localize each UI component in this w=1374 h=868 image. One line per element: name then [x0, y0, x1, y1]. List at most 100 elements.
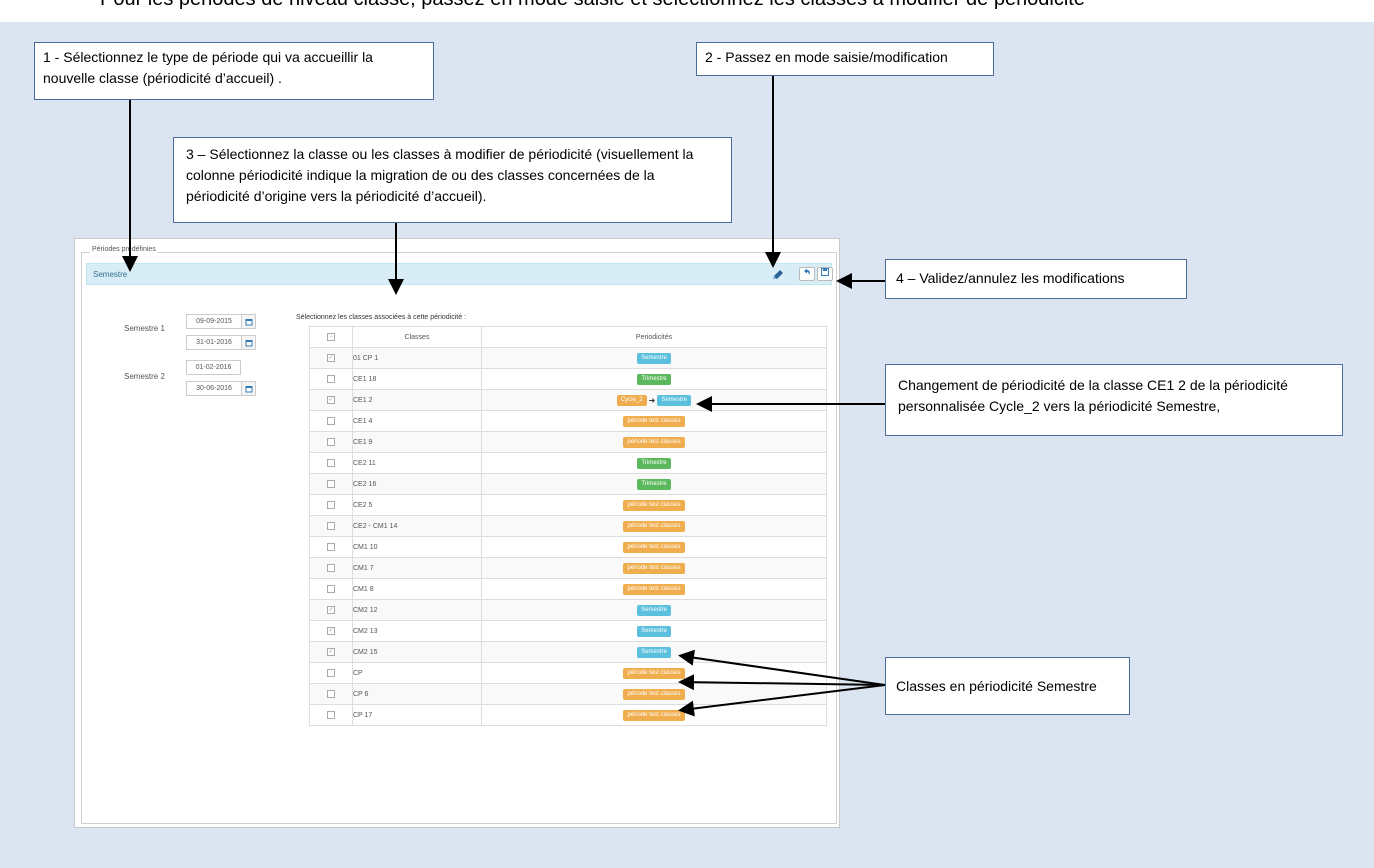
row-checkbox-cell[interactable]: [309, 452, 353, 474]
periodicite-badge: Semestre: [657, 394, 692, 406]
row-checkbox[interactable]: [327, 522, 335, 530]
periodicite-cell: Semestre: [481, 347, 827, 369]
row-checkbox-cell[interactable]: ✓: [309, 389, 353, 411]
callout-step-1: 1 - Sélectionnez le type de période qui …: [34, 42, 434, 100]
table-row[interactable]: CP 6 période test classes: [309, 683, 827, 705]
table-row[interactable]: ✓ 01 CP 1 Semestre: [309, 347, 827, 369]
semestre-1-start[interactable]: 09-09-2015: [186, 314, 256, 329]
row-checkbox[interactable]: [327, 438, 335, 446]
periodicite-badge: période test classes: [623, 709, 685, 721]
pencil-edit-icon[interactable]: [771, 268, 785, 282]
row-checkbox-cell[interactable]: ✓: [309, 641, 353, 663]
app-screenshot: Périodes prédéfinies Semestre Semestre 1…: [74, 238, 840, 828]
table-row[interactable]: CE2 16 Trimestre: [309, 473, 827, 495]
table-row[interactable]: CE1 9 période test classes: [309, 431, 827, 453]
periodicite-cell: Cycle_2 ➜ Semestre: [481, 389, 827, 411]
row-checkbox-cell[interactable]: [309, 578, 353, 600]
table-row[interactable]: CP 17 période test classes: [309, 704, 827, 726]
class-name: CE2 16: [352, 473, 482, 495]
select-all-checkbox[interactable]: −: [309, 326, 353, 348]
table-row[interactable]: CE2 5 période test classes: [309, 494, 827, 516]
semestre-2-end[interactable]: 30-06-2016: [186, 381, 256, 396]
row-checkbox-cell[interactable]: [309, 368, 353, 390]
row-checkbox[interactable]: [327, 585, 335, 593]
periodicite-badge: Trimestre: [637, 478, 671, 490]
row-checkbox-cell[interactable]: [309, 410, 353, 432]
semestre-2-label: Semestre 2: [124, 372, 165, 381]
row-checkbox[interactable]: [327, 375, 335, 383]
row-checkbox[interactable]: [327, 459, 335, 467]
checkbox[interactable]: −: [327, 333, 335, 341]
row-checkbox[interactable]: [327, 690, 335, 698]
row-checkbox-cell[interactable]: [309, 557, 353, 579]
table-row[interactable]: CE2 - CM1 14 période test classes: [309, 515, 827, 537]
row-checkbox-cell[interactable]: [309, 683, 353, 705]
periodicite-cell: période test classes: [481, 662, 827, 684]
calendar-icon[interactable]: [241, 335, 256, 350]
row-checkbox-cell[interactable]: ✓: [309, 347, 353, 369]
table-row[interactable]: CP période test classes: [309, 662, 827, 684]
cut-header-text: Pour les périodes de niveau classe, pass…: [0, 0, 1374, 22]
row-checkbox[interactable]: ✓: [327, 606, 335, 614]
row-checkbox[interactable]: ✓: [327, 396, 335, 404]
table-row[interactable]: CM1 8 période test classes: [309, 578, 827, 600]
table-row[interactable]: CM1 10 période test classes: [309, 536, 827, 558]
class-name: CE1 2: [352, 389, 482, 411]
calendar-icon[interactable]: [241, 381, 256, 396]
row-checkbox-cell[interactable]: [309, 473, 353, 495]
row-checkbox-cell[interactable]: ✓: [309, 620, 353, 642]
semestre-2-start[interactable]: 01-02-2016: [186, 360, 241, 375]
periodicite-cell: Semestre: [481, 599, 827, 621]
row-checkbox[interactable]: [327, 501, 335, 509]
class-name: CP: [352, 662, 482, 684]
callout-step-3: 3 – Sélectionnez la classe ou les classe…: [173, 137, 732, 223]
row-checkbox[interactable]: ✓: [327, 354, 335, 362]
row-checkbox-cell[interactable]: [309, 662, 353, 684]
row-checkbox[interactable]: ✓: [327, 648, 335, 656]
row-checkbox-cell[interactable]: [309, 431, 353, 453]
table-row[interactable]: ✓ CM2 15 Semestre: [309, 641, 827, 663]
table-row[interactable]: ✓ CM2 12 Semestre: [309, 599, 827, 621]
row-checkbox-cell[interactable]: [309, 536, 353, 558]
periodicite-badge: période test classes: [623, 520, 685, 532]
row-checkbox-cell[interactable]: [309, 515, 353, 537]
class-name: CP 6: [352, 683, 482, 705]
save-button[interactable]: [817, 267, 833, 281]
table-row[interactable]: CE1 18 Trimestre: [309, 368, 827, 390]
row-checkbox-cell[interactable]: ✓: [309, 599, 353, 621]
row-checkbox[interactable]: [327, 711, 335, 719]
row-checkbox[interactable]: ✓: [327, 627, 335, 635]
table-row[interactable]: ✓ CE1 2 Cycle_2 ➜ Semestre: [309, 389, 827, 411]
table-row[interactable]: CM1 7 période test classes: [309, 557, 827, 579]
periodicite-badge: Cycle_2: [616, 394, 647, 406]
class-name: CE1 4: [352, 410, 482, 432]
semestre-1-end-input[interactable]: 31-01-2016: [186, 335, 241, 350]
class-name: CE2 11: [352, 452, 482, 474]
row-checkbox[interactable]: [327, 564, 335, 572]
periodicite-cell: Trimestre: [481, 368, 827, 390]
panel-header: Semestre: [86, 263, 833, 285]
periodicite-badge: période test classes: [623, 667, 685, 679]
table-row[interactable]: CE2 11 Trimestre: [309, 452, 827, 474]
row-checkbox[interactable]: [327, 543, 335, 551]
row-checkbox[interactable]: [327, 480, 335, 488]
calendar-icon[interactable]: [241, 314, 256, 329]
undo-button[interactable]: [799, 267, 815, 281]
table-row[interactable]: CE1 4 période test classes: [309, 410, 827, 432]
callout-semestre-text: Classes en périodicité Semestre: [896, 678, 1097, 694]
table-row[interactable]: ✓ CM2 13 Semestre: [309, 620, 827, 642]
row-checkbox[interactable]: [327, 669, 335, 677]
periodicite-cell: Semestre: [481, 620, 827, 642]
classes-table: − Classes Periodicités ✓ 01 CP 1 Semestre C…: [309, 326, 827, 726]
migration-arrow-icon: ➜: [648, 395, 656, 405]
row-checkbox-cell[interactable]: [309, 704, 353, 726]
semestre-2-end-input[interactable]: 30-06-2016: [186, 381, 241, 396]
periodicite-cell: Semestre: [481, 641, 827, 663]
class-name: CE2 - CM1 14: [352, 515, 482, 537]
row-checkbox[interactable]: [327, 417, 335, 425]
semestre-1-label: Semestre 1: [124, 324, 165, 333]
semestre-1-end[interactable]: 31-01-2016: [186, 335, 256, 350]
semestre-1-start-input[interactable]: 09-09-2015: [186, 314, 241, 329]
semestre-2-start-input[interactable]: 01-02-2016: [186, 360, 241, 375]
row-checkbox-cell[interactable]: [309, 494, 353, 516]
